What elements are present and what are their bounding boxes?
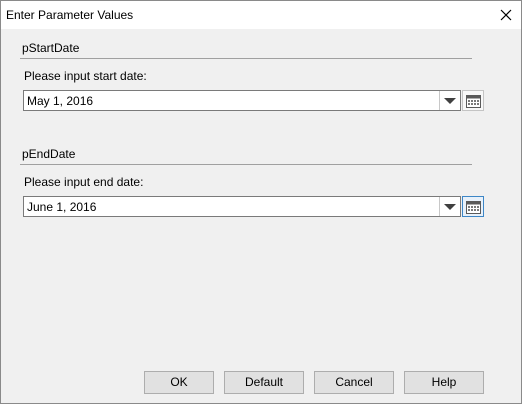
param-name-end: pEndDate xyxy=(22,147,76,161)
end-date-value: June 1, 2016 xyxy=(27,200,97,214)
calendar-icon xyxy=(466,95,481,108)
cancel-button[interactable]: Cancel xyxy=(314,371,394,394)
ok-button[interactable]: OK xyxy=(144,371,214,394)
chevron-down-icon[interactable] xyxy=(440,91,460,110)
param-prompt-start: Please input start date: xyxy=(24,69,147,83)
help-button[interactable]: Help xyxy=(404,371,484,394)
dialog-title: Enter Parameter Values xyxy=(6,8,134,22)
calendar-icon xyxy=(466,201,481,214)
close-icon xyxy=(500,9,512,21)
end-date-calendar-button[interactable] xyxy=(462,196,484,217)
section-divider xyxy=(20,164,472,165)
close-button[interactable] xyxy=(491,1,521,29)
param-name-start: pStartDate xyxy=(22,41,80,55)
param-prompt-end: Please input end date: xyxy=(24,175,144,189)
section-divider xyxy=(20,58,472,59)
default-button[interactable]: Default xyxy=(224,371,304,394)
title-bar: Enter Parameter Values xyxy=(1,1,521,29)
chevron-down-icon[interactable] xyxy=(440,197,460,216)
parameter-dialog: Enter Parameter Values pStartDate Please… xyxy=(0,0,522,404)
start-date-calendar-button[interactable] xyxy=(462,90,484,111)
start-date-value: May 1, 2016 xyxy=(27,94,94,108)
start-date-combo[interactable]: May 1, 2016 xyxy=(23,90,461,111)
end-date-combo[interactable]: June 1, 2016 xyxy=(23,196,461,217)
